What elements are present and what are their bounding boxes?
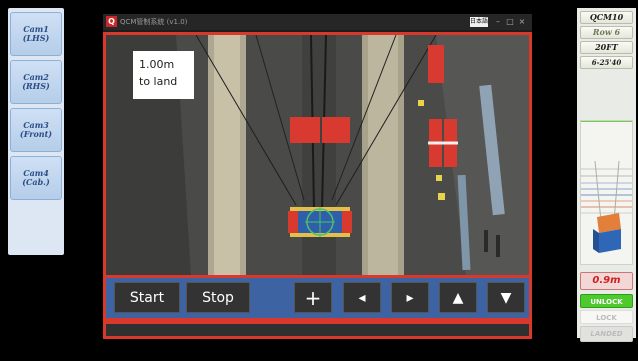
window-titlebar[interactable]: Q QCM管制系統 (v1.0) 日本語 – □ × [103, 14, 532, 30]
close-icon[interactable]: × [517, 16, 527, 27]
gauge-graphic [581, 121, 632, 253]
lock-button[interactable]: LOCK [580, 310, 633, 324]
cam1-label: Cam1 (LHS) [22, 24, 50, 43]
window-title: QCM管制系統 (v1.0) [120, 18, 188, 26]
move-down-button[interactable]: ▼ [487, 282, 525, 313]
landed-button[interactable]: LANDED [580, 326, 633, 342]
distance-value: 1.00m [139, 58, 175, 71]
cam1-button[interactable]: Cam1 (LHS) [10, 12, 62, 56]
move-left-button[interactable]: ◂ [343, 282, 381, 313]
distance-caption: to land [139, 75, 178, 88]
row-value: Row 6 [580, 26, 633, 39]
maximize-icon[interactable]: □ [505, 16, 515, 27]
minimize-icon[interactable]: – [493, 16, 503, 27]
distance-readout: 0.9m [580, 272, 633, 290]
container-size: 20FT [580, 41, 633, 54]
unlock-button[interactable]: UNLOCK [580, 294, 633, 308]
move-right-button[interactable]: ▸ [391, 282, 429, 313]
status-panel: QCM10 Row 6 20FT 6-25'40 0.9m UNLOCK LOC… [577, 8, 636, 342]
camera-feed: 1.00m to land [103, 32, 532, 278]
status-strip [103, 321, 532, 339]
cam4-button[interactable]: Cam4 (Cab.) [10, 156, 62, 200]
start-button[interactable]: Start [114, 282, 180, 313]
crane-id: QCM10 [580, 11, 633, 24]
cam2-button[interactable]: Cam2 (RHS) [10, 60, 62, 104]
camera-window: Q QCM管制系統 (v1.0) 日本語 – □ × 1.00m to land… [103, 14, 532, 339]
cam2-label: Cam2 (RHS) [22, 72, 50, 91]
app-logo-icon: Q [106, 16, 117, 27]
distance-to-land-overlay: 1.00m to land [133, 51, 194, 99]
center-crosshair-button[interactable]: + [294, 282, 332, 313]
control-bar: Start Stop + ◂ ▸ ▲ ▼ [103, 278, 532, 321]
camera-selector-panel: Cam1 (LHS) Cam2 (RHS) Cam3 (Front) Cam4 … [8, 8, 64, 255]
cam3-button[interactable]: Cam3 (Front) [10, 108, 62, 152]
language-badge[interactable]: 日本語 [470, 17, 488, 27]
cam4-label: Cam4 (Cab.) [22, 168, 50, 187]
crane-monitor-screen: Cam1 (LHS) Cam2 (RHS) Cam3 (Front) Cam4 … [0, 0, 638, 361]
spreader-height-gauge [580, 120, 633, 265]
cam3-label: Cam3 (Front) [19, 120, 53, 139]
bay-position: 6-25'40 [580, 56, 633, 69]
move-up-button[interactable]: ▲ [439, 282, 477, 313]
stop-button[interactable]: Stop [186, 282, 250, 313]
